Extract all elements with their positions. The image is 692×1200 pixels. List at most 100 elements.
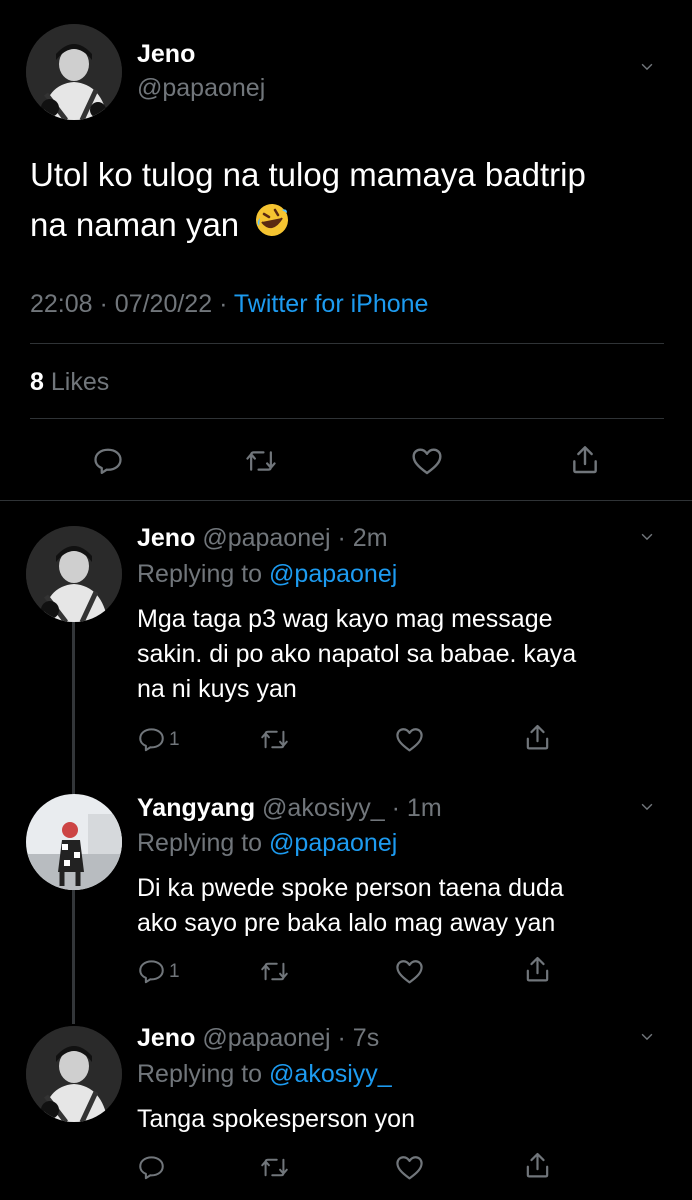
meta-separator: · [330,524,353,552]
replying-label: Replying to [137,560,263,588]
tweet-date: 07/20/22 [114,290,213,318]
tweet-time: 22:08 [30,290,93,318]
main-avatar[interactable] [26,24,122,120]
main-tweet-text-line1: Utol ko tulog na tulog mamaya badtrip [30,156,586,193]
divider [0,500,692,501]
reply-share-button[interactable] [523,1151,552,1185]
reply-text-line: ako sayo pre baka lalo mag away yan [137,909,556,937]
retweet-icon [261,1158,288,1177]
chevron-down-icon [641,63,653,71]
reply-author-handle[interactable]: @akosiyy_ [262,794,385,822]
reply-author-name[interactable]: Jeno [137,1024,195,1052]
rofl-emoji-icon [254,202,290,252]
main-author-name[interactable]: Jeno [137,40,195,69]
share-icon [526,1152,549,1178]
reply-age: 2m [352,524,388,552]
reply-header: Jeno @papaonej · 2m [137,524,388,553]
meta-separator: · [330,1024,353,1052]
comment-bubble-icon [139,960,164,984]
replying-to: Replying to @akosiyy_ [137,1060,392,1089]
retweet-icon [261,962,288,981]
reply-count: 1 [169,728,180,750]
reply-tweet[interactable]: Jeno @papaonej · 2m Replying to @papaone… [0,510,692,780]
reply-more-button[interactable] [640,530,654,549]
comment-bubble-icon [94,448,122,474]
main-like-button[interactable] [411,446,443,476]
main-reply-button[interactable] [93,446,123,476]
heart-icon [396,1156,423,1180]
reply-text: Mga taga p3 wag kayo mag message sakin. … [137,602,576,707]
reply-text-line: sakin. di po ako napatol sa babae. kaya [137,640,577,668]
reply-age: 7s [352,1024,380,1052]
reply-reply-button[interactable]: 1 [138,726,180,753]
reply-text-line: Di ka pwede spoke person taena duda [137,874,564,902]
reply-retweet-button[interactable] [260,958,289,990]
reply-text-line: Tanga spokesperson yon [137,1105,415,1133]
main-tweet-text-line2-words: na naman yan [30,206,240,243]
main-tweet-text: Utol ko tulog na tulog mamaya badtrip na… [30,150,670,252]
reply-more-button[interactable] [640,800,654,819]
reply-text: Tanga spokesperson yon [137,1102,415,1137]
reply-author-handle[interactable]: @papaonej [202,1024,330,1052]
main-more-button[interactable] [640,60,654,79]
meta-separator: · [219,290,234,318]
replying-to-link[interactable]: @papaonej [269,560,397,588]
reply-text-line: na ni kuys yan [137,675,297,703]
reply-share-button[interactable] [523,723,552,757]
meta-separator: · [99,290,115,318]
replying-to-link[interactable]: @papaonej [269,829,397,857]
replying-label: Replying to [137,829,263,857]
heart-icon [412,448,442,475]
reply-tweet[interactable]: Jeno @papaonej · 7s Replying to @akosiyy… [0,1010,692,1200]
retweet-icon [261,730,288,749]
reply-tweet[interactable]: Yangyang @akosiyy_ · 1m Replying to @pap… [0,780,692,1020]
main-tweet: Jeno @papaonej Utol ko tulog na tulog ma… [0,0,692,501]
replying-to: Replying to @papaonej [137,560,397,589]
likes-count: 8 [30,368,44,396]
reply-age: 1m [406,794,442,822]
share-icon [526,724,549,750]
reply-text-line: Mga taga p3 wag kayo mag message [137,605,553,633]
reply-more-button[interactable] [640,1030,654,1049]
reply-count: 1 [169,960,180,982]
reply-author-name[interactable]: Jeno [137,524,195,552]
tweet-source-link[interactable]: Twitter for iPhone [234,290,429,318]
reply-like-button[interactable] [395,726,424,758]
divider [30,418,664,419]
replying-label: Replying to [137,1060,263,1088]
reply-retweet-button[interactable] [260,726,289,758]
reply-avatar[interactable] [26,794,122,890]
comment-bubble-icon [139,1156,164,1180]
chevron-down-icon [641,803,653,811]
reply-author-handle[interactable]: @papaonej [202,524,330,552]
chevron-down-icon [641,533,653,541]
reply-like-button[interactable] [395,958,424,990]
reply-share-button[interactable] [523,955,552,989]
reply-avatar[interactable] [26,1026,122,1122]
main-retweet-button[interactable] [245,446,277,476]
chevron-down-icon [641,1033,653,1041]
share-icon [573,446,597,474]
reply-author-name[interactable]: Yangyang [137,794,255,822]
reply-reply-button[interactable] [138,1154,169,1181]
meta-separator: · [384,794,407,822]
share-icon [526,956,549,982]
reply-reply-button[interactable]: 1 [138,958,180,985]
likes-label: Likes [50,368,110,396]
replying-to: Replying to @papaonej [137,829,397,858]
reply-text: Di ka pwede spoke person taena duda ako … [137,871,564,941]
main-tweet-text-line2: na naman yan [30,200,670,252]
reply-retweet-button[interactable] [260,1154,289,1186]
reply-header: Jeno @papaonej · 7s [137,1024,379,1053]
heart-icon [396,960,423,984]
heart-icon [396,728,423,752]
reply-avatar[interactable] [26,526,122,622]
likes-stat[interactable]: 8 Likes [30,368,109,397]
retweet-icon [246,451,276,471]
replying-to-link[interactable]: @akosiyy_ [269,1060,392,1088]
main-share-button[interactable] [569,444,601,476]
reply-header: Yangyang @akosiyy_ · 1m [137,794,442,823]
comment-bubble-icon [139,728,164,752]
main-author-handle[interactable]: @papaonej [137,74,265,103]
reply-like-button[interactable] [395,1154,424,1186]
